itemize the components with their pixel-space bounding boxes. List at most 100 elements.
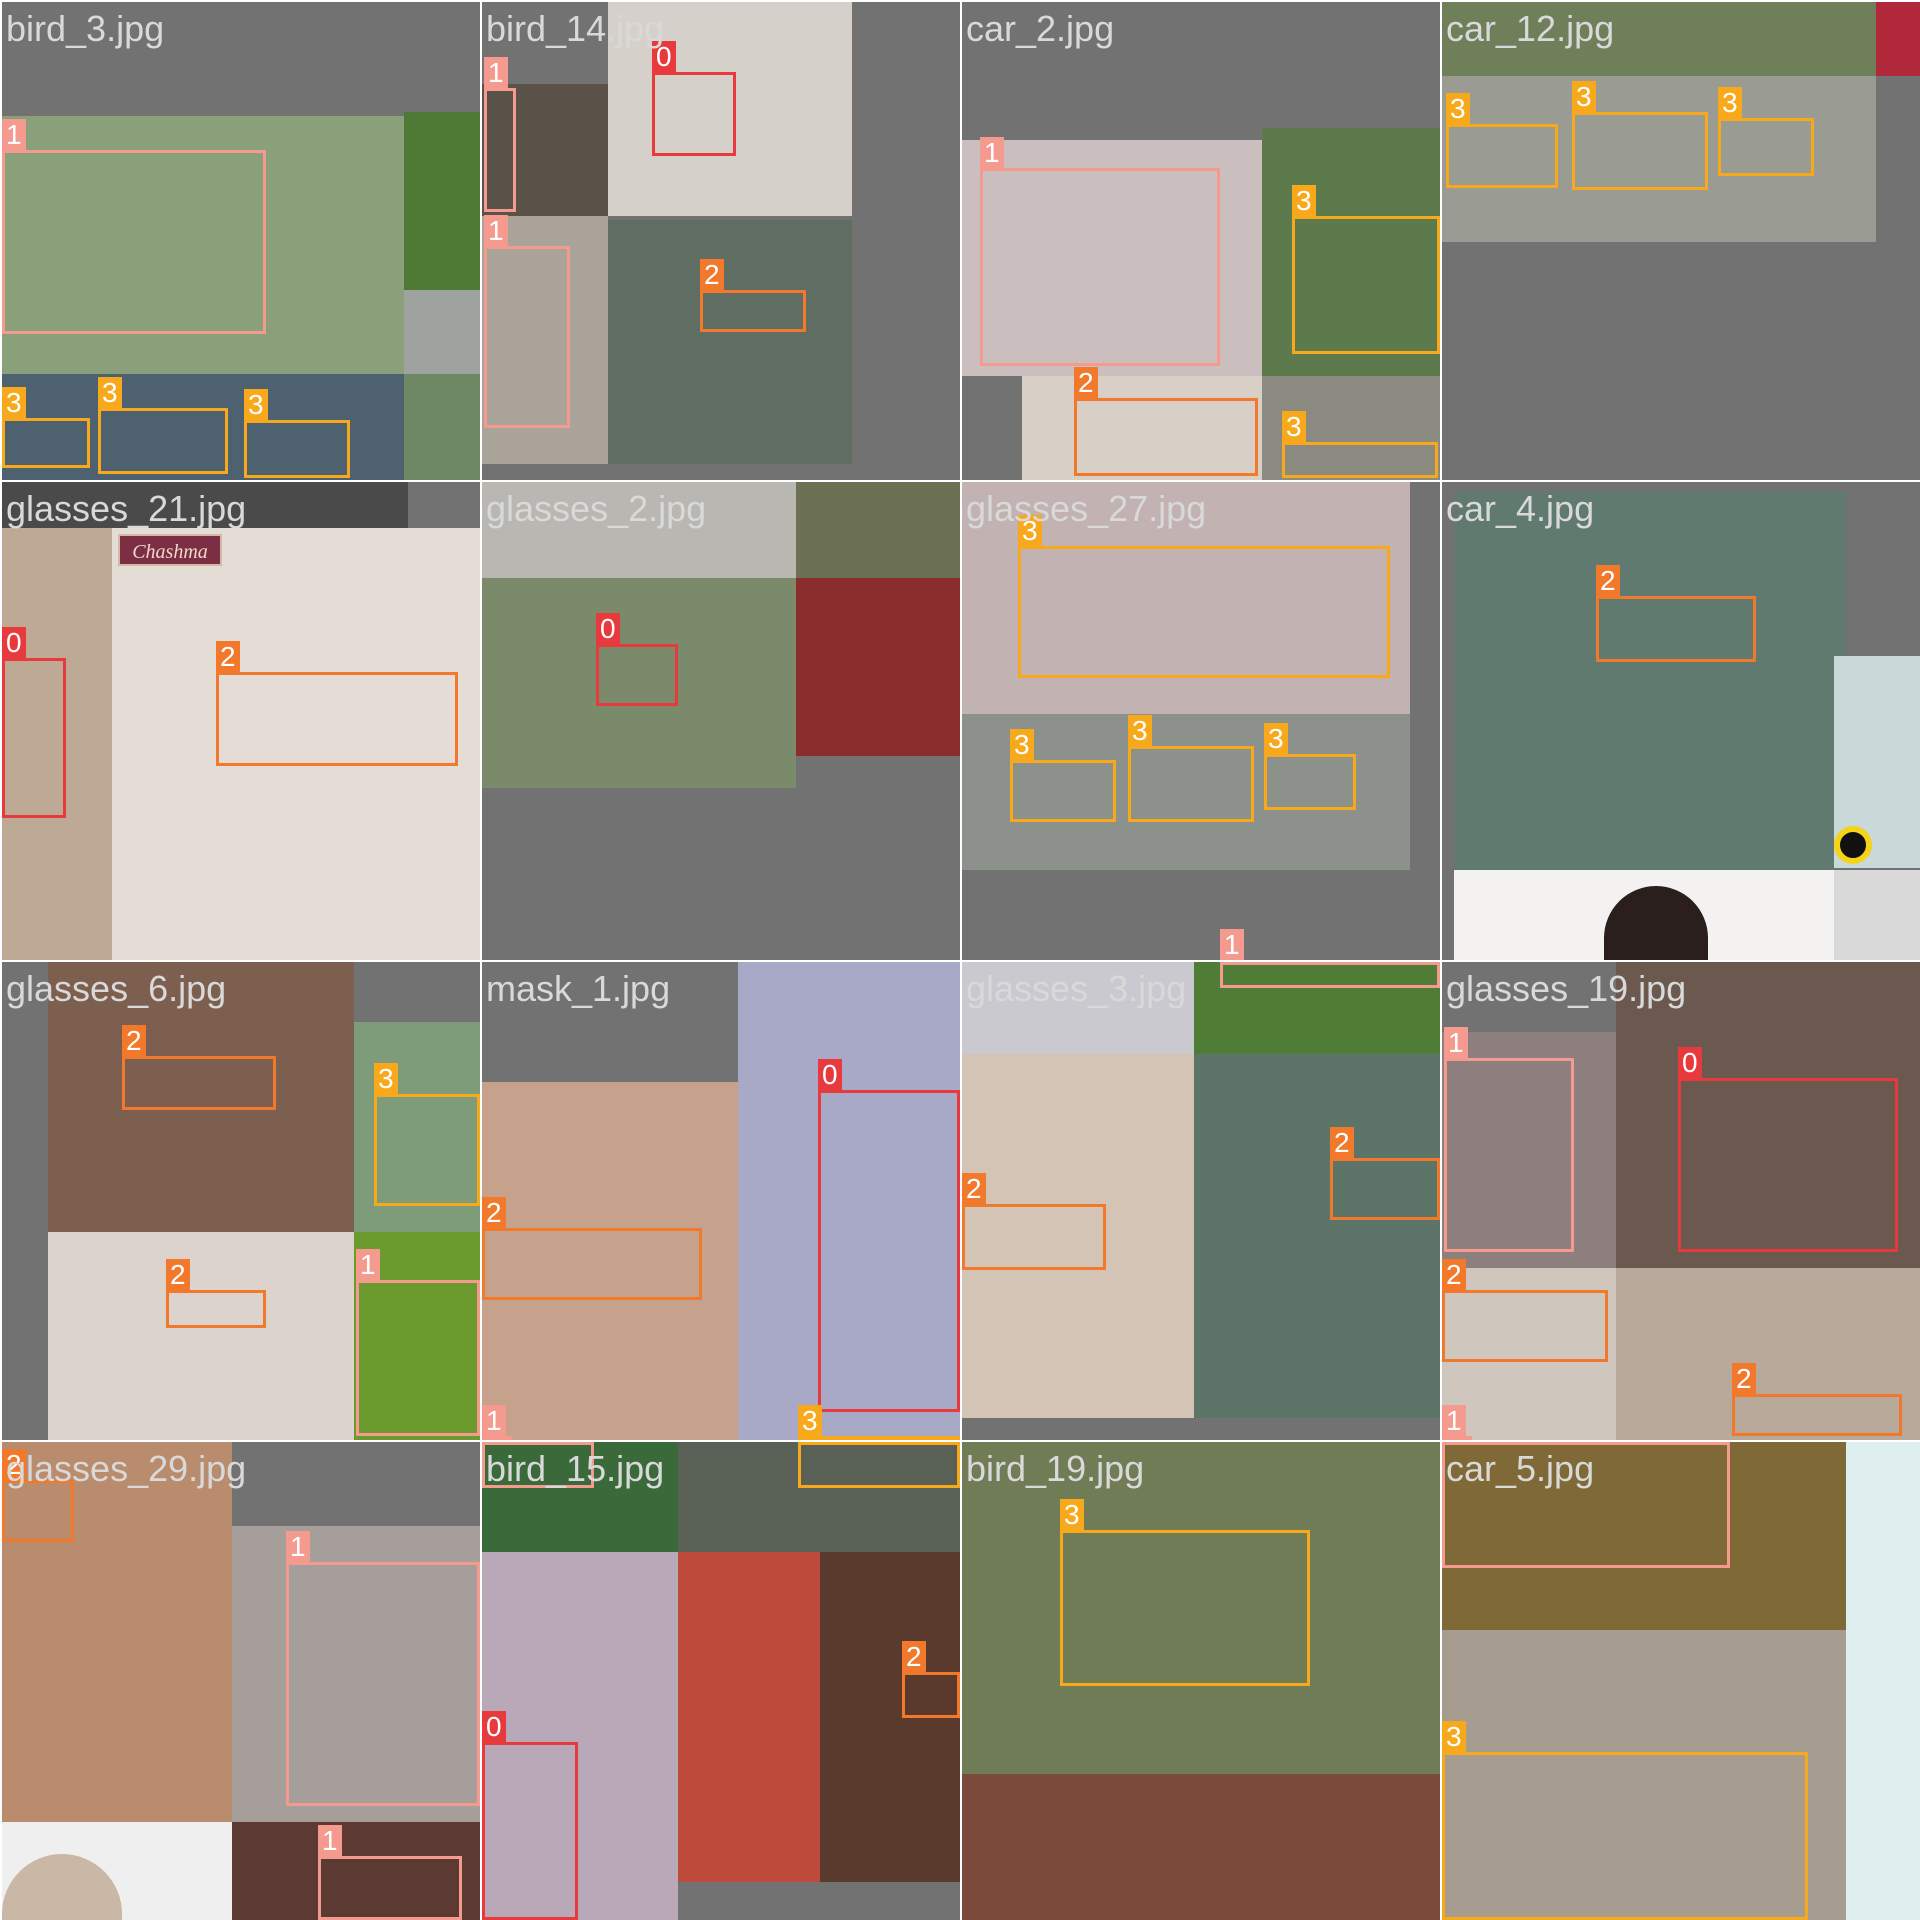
green-blur-photo (404, 112, 480, 290)
detection-box: 3 (1282, 411, 1438, 478)
detection-box: 2 (1330, 1127, 1440, 1220)
detection-box: 2 (122, 1025, 276, 1110)
class-label: 3 (1442, 1721, 1466, 1753)
class-label: 1 (1220, 929, 1244, 960)
detection-box: 1 (356, 1249, 480, 1436)
detection-box: 0 (596, 613, 678, 706)
class-label: 2 (1596, 565, 1620, 597)
detection-box: 0 (652, 41, 736, 156)
class-label: 1 (1444, 1027, 1468, 1059)
class-label: 1 (482, 1405, 506, 1437)
class-label: 3 (1264, 723, 1288, 755)
class-label: 3 (374, 1063, 398, 1095)
tile-bird-3: bird_3.jpg 1 3 3 3 (2, 2, 480, 480)
tile-title: glasses_6.jpg (6, 968, 227, 1009)
detection-box: 3 (1292, 185, 1440, 354)
detection-box: 3 (1446, 93, 1558, 188)
feathers-photo (1834, 870, 1920, 960)
class-label: 1 (318, 1825, 342, 1857)
class-label: 2 (962, 1173, 986, 1205)
class-label: 1 (286, 1531, 310, 1563)
detection-box: 2 (1442, 1259, 1608, 1362)
class-label: 1 (356, 1249, 380, 1281)
red-edge-photo (1876, 2, 1920, 76)
detection-box: 1 (484, 215, 570, 428)
tile-bird-15: bird_15.jpg 1 3 2 0 (482, 1442, 960, 1920)
class-label: 1 (980, 137, 1004, 169)
detection-box: 3 (1572, 81, 1708, 190)
tile-glasses-21: Chashma glasses_21.jpg 0 2 (2, 482, 480, 960)
class-label: 0 (818, 1059, 842, 1091)
chashma-sign: Chashma (118, 534, 222, 566)
detection-box: 1 (1442, 1405, 1472, 1440)
class-label: 1 (484, 215, 508, 247)
detection-box: 1 (286, 1531, 480, 1806)
brick-building-photo (962, 1774, 1440, 1920)
detection-box: 3 (2, 387, 90, 468)
tile-title: car_4.jpg (1446, 488, 1595, 529)
leaves-photo (796, 578, 960, 756)
detection-box: 2 (902, 1641, 960, 1718)
tile-title: glasses_2.jpg (486, 488, 707, 529)
detection-box: 1 (1220, 962, 1440, 988)
class-label: 0 (1678, 1047, 1702, 1079)
detection-box: 3 (374, 1063, 480, 1206)
red-door-photo (678, 1552, 820, 1882)
class-label: 2 (1442, 1259, 1466, 1291)
class-label: 3 (1572, 81, 1596, 113)
man-chin-photo (48, 1232, 354, 1440)
class-label: 2 (482, 1197, 506, 1229)
tile-glasses-19: glasses_19.jpg 1 0 2 2 1 (1442, 962, 1920, 1440)
tile-title: glasses_19.jpg (1446, 968, 1687, 1009)
class-label: 2 (1074, 367, 1098, 399)
detection-box: 2 (1732, 1363, 1902, 1436)
class-label: 1 (1442, 1405, 1466, 1437)
detection-box: 2 (1074, 367, 1258, 476)
class-label: 3 (244, 389, 268, 421)
detection-box: 0 (818, 1059, 960, 1412)
tile-car-2: car_2.jpg 1 3 2 3 (962, 2, 1440, 480)
detection-box: 1 (482, 1405, 512, 1440)
tile-glasses-3: glasses_3.jpg 1 2 2 (962, 962, 1440, 1440)
class-label: 2 (1732, 1363, 1756, 1395)
class-label: 3 (798, 1442, 822, 1443)
class-label: 3 (1128, 715, 1152, 747)
tile-car-12: car_12.jpg 3 3 3 (1442, 2, 1920, 480)
class-label: 3 (1292, 185, 1316, 217)
man-glasses-photo (608, 220, 852, 464)
class-label: 0 (2, 627, 26, 659)
tile-title: mask_1.jpg (486, 968, 671, 1009)
detection-box: 2 (700, 259, 806, 332)
tile-car-5: car_5.jpg 1 3 (1442, 1442, 1920, 1920)
class-label: 1 (484, 57, 508, 89)
young-man-photo (1454, 492, 1846, 870)
class-label: 2 (166, 1259, 190, 1291)
tile-car-4: car_4.jpg 2 (1442, 482, 1920, 960)
class-label: 2 (1330, 1127, 1354, 1159)
class-label: 1 (482, 1442, 506, 1443)
detection-box: 3 (798, 1405, 960, 1440)
class-label: 3 (1446, 93, 1470, 125)
detection-box: 3 (1128, 715, 1254, 822)
mosaic-grid: bird_3.jpg 1 3 3 3 bird_14.jpg 0 1 1 2 c… (0, 0, 1920, 1920)
class-label: 3 (798, 1405, 822, 1437)
detection-box: 3 (244, 389, 350, 478)
detection-box: 1 (318, 1825, 462, 1920)
detection-box: 1 (980, 137, 1220, 366)
hand-photo (796, 482, 960, 578)
detection-box: 1 (2, 119, 266, 334)
class-label: 3 (1060, 1499, 1084, 1531)
tile-title: bird_19.jpg (966, 1448, 1145, 1489)
class-label: 0 (596, 613, 620, 645)
tile-title: glasses_21.jpg (6, 488, 247, 529)
detection-box: 3 (1442, 1721, 1808, 1920)
detection-box: 3 (798, 1442, 960, 1488)
class-label: 2 (216, 641, 240, 673)
tile-title: glasses_3.jpg (966, 968, 1187, 1009)
tile-title: glasses_27.jpg (966, 488, 1207, 529)
detection-box: 3 (1018, 515, 1390, 678)
class-label: 3 (1282, 411, 1306, 443)
class-label: 1 (1442, 1442, 1466, 1443)
detection-box: 2 (216, 641, 458, 766)
class-label: 2 (902, 1641, 926, 1673)
